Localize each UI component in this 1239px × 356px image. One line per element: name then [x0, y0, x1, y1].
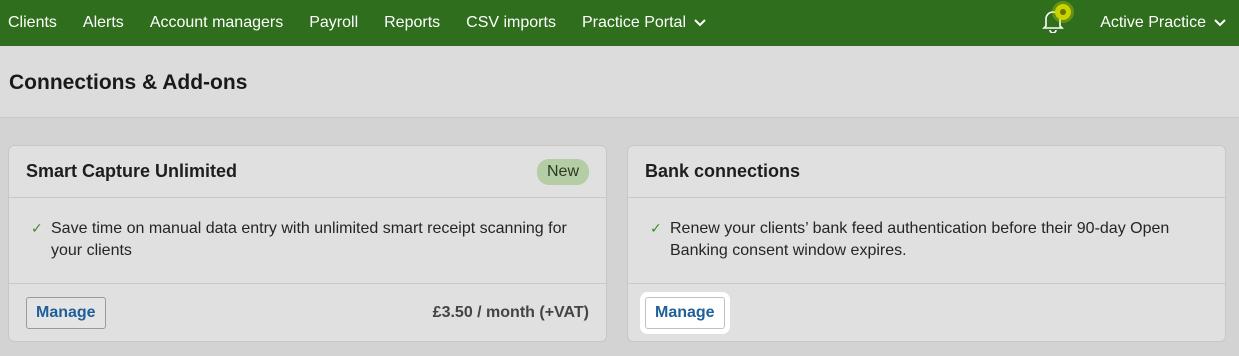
card-header: Smart Capture Unlimited New [9, 146, 606, 198]
chevron-down-icon [694, 19, 706, 27]
nav-clients-label: Clients [8, 14, 57, 31]
manage-button[interactable]: Manage [26, 297, 106, 329]
nav-reports[interactable]: Reports [371, 0, 453, 46]
nav-csv-imports[interactable]: CSV imports [453, 0, 569, 46]
new-badge: New [536, 158, 589, 185]
notifications-button[interactable] [1033, 0, 1073, 46]
notification-indicator-icon [1055, 4, 1072, 20]
bank-connections-card: Bank connections ✓ Renew your clients’ b… [627, 145, 1226, 342]
card-body: ✓ Renew your clients’ bank feed authenti… [628, 198, 1225, 284]
nav-clients[interactable]: Clients [0, 0, 70, 46]
nav-practice-portal[interactable]: Practice Portal [569, 0, 719, 46]
manage-button[interactable]: Manage [645, 297, 725, 329]
card-header: Bank connections [628, 146, 1225, 198]
feature-text: Renew your clients’ bank feed authentica… [670, 220, 1170, 259]
nav-practice-portal-label: Practice Portal [581, 14, 686, 31]
nav-payroll-label: Payroll [309, 14, 359, 31]
practice-switcher[interactable]: Active Practice [1087, 0, 1239, 46]
card-footer: Manage £3.50 / month (+VAT) [9, 284, 606, 342]
chevron-down-icon [1214, 19, 1226, 27]
page-header: Connections & Add-ons [0, 46, 1239, 118]
main-content: Smart Capture Unlimited New ✓ Save time … [0, 118, 1239, 356]
practice-switcher-label: Active Practice [1100, 14, 1206, 31]
nav-right-group: Active Practice [1033, 0, 1239, 46]
feature-text: Save time on manual data entry with unli… [51, 220, 567, 259]
nav-payroll[interactable]: Payroll [296, 0, 371, 46]
top-navigation: Clients Alerts Account managers Payroll … [0, 0, 1239, 46]
card-body: ✓ Save time on manual data entry with un… [9, 198, 606, 284]
card-title: Smart Capture Unlimited [26, 161, 238, 181]
card-title: Bank connections [645, 161, 801, 181]
nav-account-managers[interactable]: Account managers [137, 0, 296, 46]
card-footer: Manage [628, 284, 1225, 342]
nav-alerts-label: Alerts [82, 14, 124, 31]
nav-csv-imports-label: CSV imports [466, 14, 556, 31]
page-title: Connections & Add-ons [9, 71, 248, 94]
nav-reports-label: Reports [384, 14, 441, 31]
check-icon: ✓ [650, 220, 662, 236]
price-label: £3.50 / month (+VAT) [432, 304, 589, 321]
nav-account-managers-label: Account managers [149, 14, 284, 31]
nav-alerts[interactable]: Alerts [70, 0, 137, 46]
check-icon: ✓ [31, 220, 43, 236]
smart-capture-card: Smart Capture Unlimited New ✓ Save time … [8, 145, 607, 342]
